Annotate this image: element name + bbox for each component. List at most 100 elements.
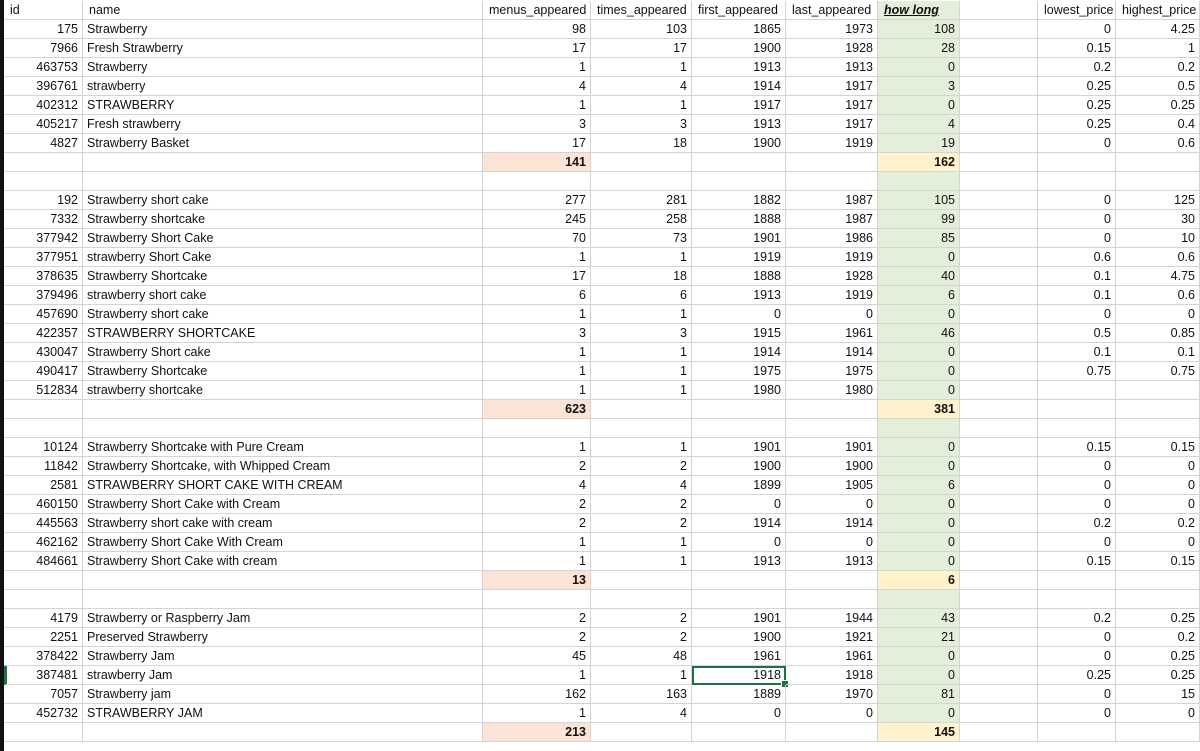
cell-first-appeared[interactable]: 1900 bbox=[692, 628, 786, 647]
cell-times-appeared[interactable]: 1 bbox=[591, 96, 692, 115]
cell-how-long[interactable]: 40 bbox=[878, 267, 960, 286]
cell-name[interactable]: Strawberry Jam bbox=[83, 647, 483, 666]
cell-id[interactable]: 192 bbox=[4, 191, 83, 210]
cell-id[interactable] bbox=[4, 571, 83, 590]
cell-first-appeared[interactable]: 1901 bbox=[692, 609, 786, 628]
cell-empty[interactable] bbox=[960, 571, 1038, 590]
cell-lowest-price[interactable]: 0.1 bbox=[1038, 343, 1116, 362]
cell-highest-price[interactable] bbox=[1116, 381, 1200, 400]
cell-how-long[interactable]: 105 bbox=[878, 191, 960, 210]
cell-times-appeared[interactable]: 1 bbox=[591, 248, 692, 267]
cell-how-long[interactable]: 21 bbox=[878, 628, 960, 647]
cell-menus-appeared[interactable]: 2 bbox=[483, 457, 591, 476]
cell-how-long[interactable]: 0 bbox=[878, 495, 960, 514]
cell-how-long[interactable]: 19 bbox=[878, 134, 960, 153]
cell-id[interactable] bbox=[4, 400, 83, 419]
cell-how-long[interactable]: 85 bbox=[878, 229, 960, 248]
cell-menus-appeared[interactable]: 1 bbox=[483, 96, 591, 115]
cell-lowest-price[interactable]: 0 bbox=[1038, 704, 1116, 723]
cell-highest-price[interactable]: 0 bbox=[1116, 495, 1200, 514]
cell-id[interactable]: 379496 bbox=[4, 286, 83, 305]
cell-first-appeared[interactable]: 0 bbox=[692, 305, 786, 324]
cell-lowest-price[interactable]: 0.15 bbox=[1038, 39, 1116, 58]
cell-menus-appeared[interactable]: 2 bbox=[483, 514, 591, 533]
cell-id[interactable] bbox=[4, 172, 83, 191]
cell-how-long[interactable]: 0 bbox=[878, 58, 960, 77]
cell-highest-price[interactable]: 0.25 bbox=[1116, 666, 1200, 685]
cell-first-appeared[interactable]: 1900 bbox=[692, 457, 786, 476]
cell-empty[interactable] bbox=[960, 229, 1038, 248]
cell-menus-appeared[interactable]: 6 bbox=[483, 286, 591, 305]
cell-menus-appeared[interactable] bbox=[483, 590, 591, 609]
cell-first-appeared[interactable]: 1888 bbox=[692, 210, 786, 229]
cell-times-appeared[interactable]: 6 bbox=[591, 286, 692, 305]
cell-id[interactable]: 378422 bbox=[4, 647, 83, 666]
cell-empty[interactable] bbox=[960, 685, 1038, 704]
cell-name[interactable] bbox=[83, 571, 483, 590]
cell-name[interactable] bbox=[83, 419, 483, 438]
cell-menus-appeared[interactable]: 3 bbox=[483, 115, 591, 134]
cell-menus-appeared[interactable]: 4 bbox=[483, 476, 591, 495]
cell-how-long[interactable]: 162 bbox=[878, 153, 960, 172]
cell-name[interactable]: strawberry shortcake bbox=[83, 381, 483, 400]
cell-last-appeared[interactable]: 1900 bbox=[786, 457, 878, 476]
cell-highest-price[interactable]: 0.2 bbox=[1116, 628, 1200, 647]
cell-how-long[interactable]: 81 bbox=[878, 685, 960, 704]
cell-empty[interactable] bbox=[960, 20, 1038, 39]
cell-name[interactable]: Strawberry Short Cake With Cream bbox=[83, 533, 483, 552]
cell-empty[interactable] bbox=[960, 77, 1038, 96]
cell-highest-price[interactable]: 0 bbox=[1116, 305, 1200, 324]
cell-menus-appeared[interactable]: 13 bbox=[483, 571, 591, 590]
cell-times-appeared[interactable]: 4 bbox=[591, 77, 692, 96]
cell-lowest-price[interactable]: 0 bbox=[1038, 685, 1116, 704]
cell-first-appeared[interactable]: 1913 bbox=[692, 115, 786, 134]
cell-menus-appeared[interactable]: 1 bbox=[483, 58, 591, 77]
cell-name[interactable]: Fresh strawberry bbox=[83, 115, 483, 134]
cell-last-appeared[interactable]: 1913 bbox=[786, 58, 878, 77]
cell-name[interactable]: Strawberry bbox=[83, 58, 483, 77]
cell-last-appeared[interactable]: 1918 bbox=[786, 666, 878, 685]
cell-name[interactable] bbox=[83, 172, 483, 191]
cell-highest-price[interactable]: 0.85 bbox=[1116, 324, 1200, 343]
cell-id[interactable]: 396761 bbox=[4, 77, 83, 96]
cell-lowest-price[interactable]: 0.2 bbox=[1038, 514, 1116, 533]
cell-last-appeared[interactable]: 1913 bbox=[786, 552, 878, 571]
cell-last-appeared[interactable] bbox=[786, 172, 878, 191]
cell-menus-appeared[interactable]: 70 bbox=[483, 229, 591, 248]
cell-lowest-price[interactable] bbox=[1038, 400, 1116, 419]
cell-first-appeared[interactable]: 1865 bbox=[692, 20, 786, 39]
cell-highest-price[interactable] bbox=[1116, 723, 1200, 742]
cell-how-long[interactable]: 108 bbox=[878, 20, 960, 39]
cell-last-appeared[interactable] bbox=[786, 723, 878, 742]
cell-lowest-price[interactable]: 0 bbox=[1038, 647, 1116, 666]
cell-lowest-price[interactable]: 0.25 bbox=[1038, 666, 1116, 685]
cell-first-appeared[interactable]: 1913 bbox=[692, 286, 786, 305]
cell-times-appeared[interactable]: 2 bbox=[591, 457, 692, 476]
cell-id[interactable]: 430047 bbox=[4, 343, 83, 362]
cell-id[interactable]: 460150 bbox=[4, 495, 83, 514]
cell-empty[interactable] bbox=[960, 58, 1038, 77]
cell-id[interactable]: 377942 bbox=[4, 229, 83, 248]
cell-lowest-price[interactable]: 0.1 bbox=[1038, 286, 1116, 305]
cell-last-appeared[interactable]: 1914 bbox=[786, 343, 878, 362]
cell-last-appeared[interactable]: 1901 bbox=[786, 438, 878, 457]
cell-lowest-price[interactable]: 0.6 bbox=[1038, 248, 1116, 267]
cell-times-appeared[interactable]: 163 bbox=[591, 685, 692, 704]
cell-times-appeared[interactable]: 1 bbox=[591, 305, 692, 324]
cell-times-appeared[interactable]: 258 bbox=[591, 210, 692, 229]
header-first-appeared[interactable]: first_appeared bbox=[692, 1, 786, 20]
cell-first-appeared[interactable]: 1914 bbox=[692, 77, 786, 96]
cell-empty[interactable] bbox=[960, 628, 1038, 647]
cell-first-appeared[interactable]: 1900 bbox=[692, 134, 786, 153]
cell-first-appeared[interactable]: 0 bbox=[692, 533, 786, 552]
cell-name[interactable]: Strawberry jam bbox=[83, 685, 483, 704]
cell-highest-price[interactable] bbox=[1116, 153, 1200, 172]
cell-menus-appeared[interactable]: 1 bbox=[483, 438, 591, 457]
cell-first-appeared[interactable]: 1882 bbox=[692, 191, 786, 210]
cell-menus-appeared[interactable]: 1 bbox=[483, 362, 591, 381]
cell-id[interactable]: 378635 bbox=[4, 267, 83, 286]
cell-times-appeared[interactable] bbox=[591, 400, 692, 419]
cell-highest-price[interactable]: 0.25 bbox=[1116, 647, 1200, 666]
cell-empty[interactable] bbox=[960, 362, 1038, 381]
cell-lowest-price[interactable]: 0.1 bbox=[1038, 267, 1116, 286]
